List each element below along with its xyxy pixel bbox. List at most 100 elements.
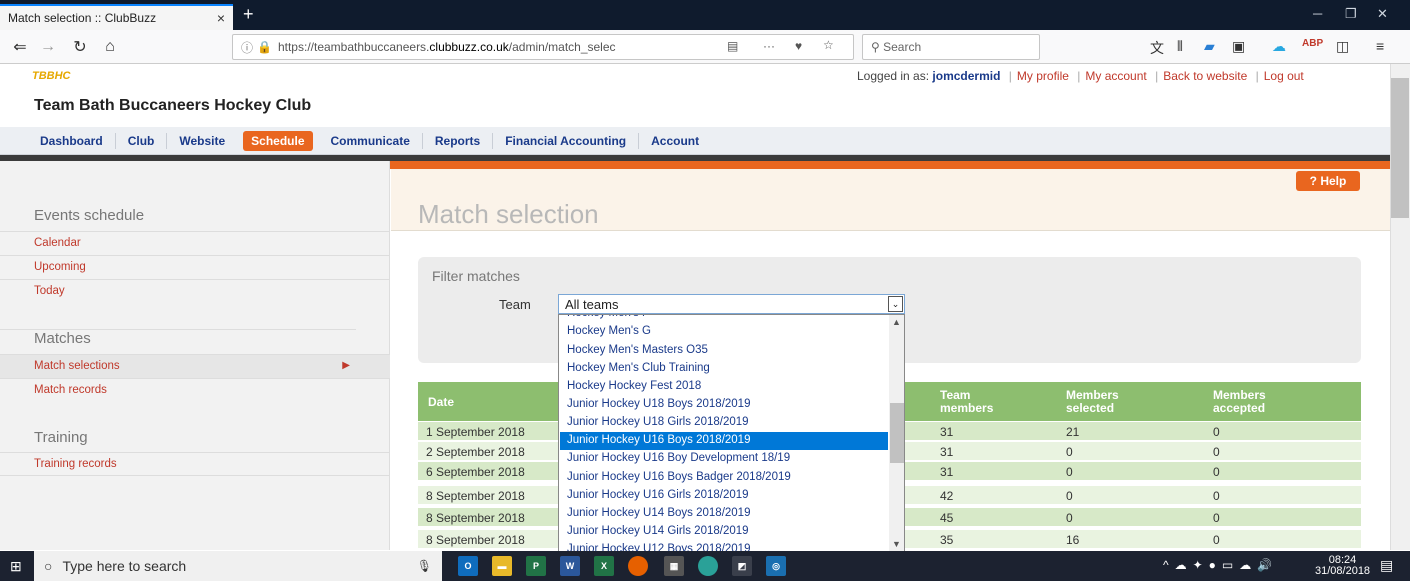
home-icon[interactable]: ⌂ <box>98 38 122 56</box>
log-out-link[interactable]: Log out <box>1264 69 1304 83</box>
dropdown-scrollbar[interactable]: ▲ ▼ <box>889 315 904 551</box>
notifications-icon[interactable]: ▤ <box>1380 557 1393 574</box>
sidebar-item-today[interactable]: Today <box>0 279 390 303</box>
system-tray-icons[interactable]: ^☁✦●▭☁🔊 <box>1163 558 1278 572</box>
team-dropdown-list[interactable]: Hockey Men's F Hockey Men's G Hockey Men… <box>558 314 905 552</box>
windows-start-icon[interactable]: ⊞ <box>10 558 22 575</box>
webex-icon[interactable]: ◎ <box>766 556 786 576</box>
sidebar-item-match-records[interactable]: Match records <box>0 378 390 402</box>
nav-account[interactable]: Account <box>639 133 711 149</box>
nav-club[interactable]: Club <box>116 132 168 149</box>
taskbar-clock[interactable]: 08:24 31/08/2018 <box>1315 555 1370 577</box>
dropdown-scroll-thumb[interactable] <box>890 403 904 463</box>
dropdown-option[interactable]: Junior Hockey U18 Girls 2018/2019 <box>560 414 888 432</box>
dropdown-option[interactable]: Junior Hockey U18 Boys 2018/2019 <box>560 396 888 414</box>
help-button[interactable]: ? Help <box>1296 171 1360 191</box>
excel-icon[interactable]: X <box>594 556 614 576</box>
dropdown-option[interactable]: Junior Hockey U14 Boys 2018/2019 <box>560 505 888 523</box>
nav-communicate[interactable]: Communicate <box>319 132 423 149</box>
sidebar-item-match-selections[interactable]: Match selections ▶ <box>0 354 390 378</box>
cell-team-members: 31 <box>940 425 954 439</box>
sidebar-toggle-icon[interactable]: ◫ <box>1336 38 1349 55</box>
dropdown-option[interactable]: Hockey Men's G <box>560 323 888 341</box>
nav-website[interactable]: Website <box>167 133 237 149</box>
cell-date: 2 September 2018 <box>426 445 525 459</box>
header-members-accepted[interactable]: Members accepted <box>1213 389 1283 415</box>
pocket-icon[interactable]: ♥ <box>795 39 802 53</box>
dropdown-option[interactable]: Hockey Men's Club Training <box>560 360 888 378</box>
nav-dashboard[interactable]: Dashboard <box>28 132 116 149</box>
cloud-icon[interactable]: ☁ <box>1272 38 1286 55</box>
url-bar[interactable]: ⓘ 🔒 https://teambathbuccaneers. clubbuzz.… <box>232 34 854 60</box>
club-logo[interactable]: TBBHC <box>32 70 71 82</box>
extension-icon[interactable]: ▣ <box>1232 38 1245 55</box>
menu-icon[interactable]: ≡ <box>1376 38 1384 54</box>
word-icon[interactable]: W <box>560 556 580 576</box>
scroll-down-icon[interactable]: ▼ <box>892 539 901 549</box>
dropdown-option[interactable]: Junior Hockey U16 Boys Badger 2018/2019 <box>560 469 888 487</box>
file-explorer-icon[interactable]: ▬ <box>492 556 512 576</box>
nav-schedule[interactable]: Schedule <box>243 130 313 151</box>
outlook-icon[interactable]: O <box>458 556 478 576</box>
sidebar-item-calendar[interactable]: Calendar <box>0 231 390 255</box>
search-field[interactable]: ⚲ Search <box>862 34 1040 60</box>
sidebar-item-upcoming[interactable]: Upcoming <box>0 255 390 279</box>
cell-members-accepted: 0 <box>1213 445 1220 459</box>
sticky-notes-icon[interactable]: ◩ <box>732 556 752 576</box>
screenshot-icon[interactable]: ▰ <box>1204 38 1215 55</box>
sidebar-item-training-records[interactable]: Training records <box>0 452 390 476</box>
dropdown-option-selected[interactable]: Junior Hockey U16 Boys 2018/2019 <box>560 432 888 450</box>
reload-icon[interactable]: ↻ <box>68 37 92 57</box>
dropdown-option[interactable]: Hockey Men's Masters O35 <box>560 342 888 360</box>
tab-title: Match selection :: ClubBuzz <box>8 11 157 25</box>
lock-icon: 🔒 <box>257 40 272 54</box>
app-icon[interactable] <box>698 556 718 576</box>
tab-close-icon[interactable]: × <box>217 10 225 26</box>
page-scroll-thumb[interactable] <box>1391 78 1409 218</box>
back-icon[interactable]: ⇐ <box>8 37 32 57</box>
nav-financial-accounting[interactable]: Financial Accounting <box>493 132 640 149</box>
adblock-icon[interactable]: ABP <box>1302 38 1323 49</box>
info-icon[interactable]: ⓘ <box>241 39 253 56</box>
translate-icon[interactable]: 文 <box>1150 38 1164 58</box>
taskbar-search[interactable]: ○ Type here to search 🎙 <box>34 551 442 581</box>
forward-icon[interactable]: → <box>36 38 60 56</box>
dropdown-option[interactable]: Junior Hockey U16 Boy Development 18/19 <box>560 450 888 468</box>
dropdown-option[interactable]: Junior Hockey U16 Girls 2018/2019 <box>560 487 888 505</box>
restore-icon[interactable]: ❐ <box>1345 6 1357 22</box>
calculator-icon[interactable]: ▦ <box>664 556 684 576</box>
dropdown-option[interactable]: Junior Hockey U14 Girls 2018/2019 <box>560 523 888 541</box>
cell-members-selected: 0 <box>1066 465 1073 479</box>
page-actions-icon[interactable]: ··· <box>763 39 775 53</box>
cell-members-accepted: 0 <box>1213 511 1220 525</box>
cell-members-accepted: 0 <box>1213 489 1220 503</box>
chevron-down-icon[interactable]: ⌄ <box>888 296 903 312</box>
cell-date: 8 September 2018 <box>426 533 525 547</box>
dropdown-option[interactable]: Hockey Hockey Fest 2018 <box>560 378 888 396</box>
firefox-icon[interactable] <box>628 556 648 576</box>
browser-navbar: ⇐ → ↻ ⌂ ⓘ 🔒 https://teambathbuccaneers. c… <box>0 30 1410 64</box>
dropdown-option[interactable]: Hockey Men's F <box>560 315 888 323</box>
header-members-selected[interactable]: Members selected <box>1066 389 1136 415</box>
reader-view-icon[interactable]: ▤ <box>727 39 738 53</box>
scroll-up-icon[interactable]: ▲ <box>892 317 901 327</box>
my-account-link[interactable]: My account <box>1085 69 1146 83</box>
header-date[interactable]: Date <box>428 396 454 409</box>
library-icon[interactable]: ⫴ <box>1177 38 1183 55</box>
close-window-icon[interactable]: ✕ <box>1377 6 1388 22</box>
search-circle-icon: ○ <box>44 558 53 574</box>
bookmark-star-icon[interactable]: ☆ <box>823 38 834 52</box>
search-placeholder: Search <box>883 40 922 54</box>
sidebar: Events schedule Calendar Upcoming Today … <box>0 161 390 550</box>
minimize-icon[interactable]: ─ <box>1313 6 1322 21</box>
browser-tab[interactable]: Match selection :: ClubBuzz × <box>0 4 233 30</box>
nav-reports[interactable]: Reports <box>423 132 494 149</box>
cell-members-accepted: 0 <box>1213 533 1220 547</box>
team-select[interactable]: All teams ⌄ <box>558 294 905 314</box>
header-team-members[interactable]: Team members <box>940 389 1010 415</box>
new-tab-button[interactable]: + <box>243 4 254 25</box>
microphone-icon[interactable]: 🎙 <box>417 559 432 573</box>
back-to-website-link[interactable]: Back to website <box>1163 69 1247 83</box>
project-icon[interactable]: P <box>526 556 546 576</box>
my-profile-link[interactable]: My profile <box>1017 69 1069 83</box>
